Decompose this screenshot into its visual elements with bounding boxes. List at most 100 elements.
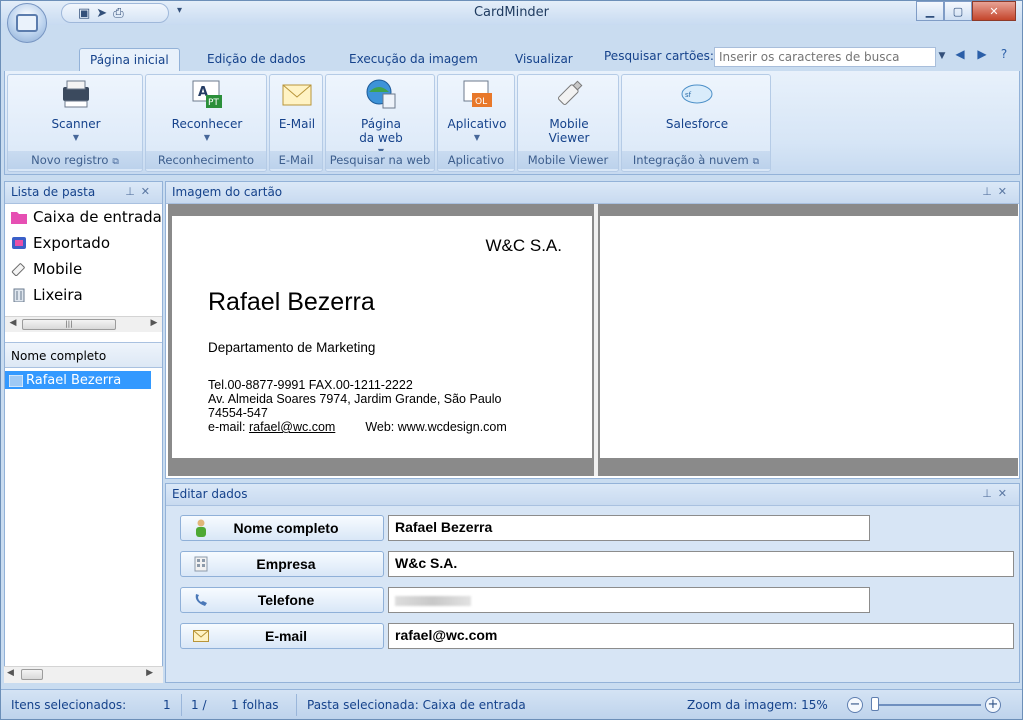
email-label: E-Mail bbox=[278, 117, 316, 131]
scroll-left-icon[interactable]: ◀ bbox=[6, 318, 20, 328]
help-icon[interactable]: ? bbox=[995, 47, 1013, 65]
telefone-field-button[interactable]: Telefone bbox=[180, 587, 384, 613]
tab-edicao-de-dados[interactable]: Edição de dados bbox=[197, 48, 316, 71]
email-field-button[interactable]: E-mail bbox=[180, 623, 384, 649]
app-icon bbox=[16, 14, 38, 32]
group-label-novo-registro: Novo registro ⧉ bbox=[8, 151, 142, 169]
group-mobile-viewer: Mobile Viewer Mobile Viewer bbox=[517, 74, 619, 172]
empresa-label: Empresa bbox=[256, 556, 316, 572]
group-label-pesquisar-web: Pesquisar na web bbox=[326, 151, 434, 169]
folder-exportado[interactable]: Exportado bbox=[5, 230, 162, 256]
email-label: E-mail bbox=[264, 628, 307, 644]
name-column-header[interactable]: Nome completo bbox=[5, 342, 162, 368]
group-aplicativo: OL Aplicativo ▼ Aplicativo bbox=[437, 74, 515, 172]
folder-horizontal-scrollbar[interactable]: ◀ ||| ▶ bbox=[5, 316, 162, 332]
email-input[interactable]: rafael@wc.com bbox=[388, 623, 1014, 649]
folder-label: Caixa de entrada bbox=[33, 208, 162, 226]
svg-text:sf: sf bbox=[685, 91, 692, 99]
pagina-da-web-button[interactable]: Página da web ▼ bbox=[334, 77, 428, 159]
mobile-viewer-button[interactable]: Mobile Viewer bbox=[528, 77, 610, 145]
sheets-count: 1 folhas bbox=[231, 698, 279, 712]
zoom-slider-track[interactable] bbox=[873, 704, 981, 706]
card-front-image: W&C S.A. Rafael Bezerra Departamento de … bbox=[172, 216, 592, 458]
outlook-app-icon: OL bbox=[460, 77, 494, 111]
export-folder-icon bbox=[12, 237, 26, 249]
tab-execucao-da-imagem[interactable]: Execução da imagem bbox=[339, 48, 488, 71]
list-horizontal-scrollbar[interactable]: ◀ ▶ bbox=[4, 666, 163, 683]
folder-label: Mobile bbox=[33, 260, 83, 278]
nome-completo-input[interactable]: Rafael Bezerra bbox=[388, 515, 870, 541]
folder-caixa-de-entrada[interactable]: Caixa de entrada bbox=[5, 204, 162, 230]
search-dropdown-icon[interactable]: ▼ bbox=[936, 47, 948, 67]
tab-pagina-inicial[interactable]: Página inicial bbox=[79, 48, 180, 71]
folder-mobile[interactable]: Mobile bbox=[5, 256, 162, 282]
scanner-button[interactable]: Scanner ▼ bbox=[22, 77, 130, 145]
globe-icon bbox=[364, 77, 398, 111]
close-button[interactable]: ✕ bbox=[972, 1, 1016, 21]
usb-drive-icon bbox=[552, 77, 586, 111]
list-item-label: Rafael Bezerra bbox=[26, 373, 122, 388]
card-image-panel: Imagem do cartão ⊥✕ W&C S.A. Rafael Beze… bbox=[165, 181, 1020, 479]
telefone-input[interactable] bbox=[388, 587, 870, 613]
panel-pin-close-icons[interactable]: ⊥✕ bbox=[982, 487, 1013, 500]
card-tel-fax: Tel.00-8877-9991 FAX.00-1211-2222 bbox=[208, 378, 413, 392]
card-company: W&C S.A. bbox=[485, 236, 562, 255]
card-image-area[interactable]: W&C S.A. Rafael Bezerra Departamento de … bbox=[168, 204, 1018, 476]
scroll-thumb[interactable] bbox=[21, 669, 43, 680]
window-title: CardMinder bbox=[473, 5, 550, 20]
group-label-reconhecimento: Reconhecimento bbox=[146, 151, 266, 169]
zoom-out-button[interactable]: − bbox=[847, 697, 863, 713]
application-menu-button[interactable] bbox=[7, 3, 47, 43]
zoom-slider-thumb[interactable] bbox=[871, 697, 879, 711]
email-button[interactable]: E-Mail bbox=[272, 77, 322, 131]
reconhecer-button[interactable]: A PT Reconhecer ▼ bbox=[154, 77, 260, 145]
group-pesquisar-web: Página da web ▼ Pesquisar na web bbox=[325, 74, 435, 172]
status-separator bbox=[296, 694, 297, 716]
card-icon bbox=[9, 374, 23, 387]
card-email-line: e-mail: rafael@wc.com Web: www.wcdesign.c… bbox=[208, 420, 507, 434]
minimize-button[interactable]: ▁ bbox=[916, 1, 944, 21]
mobile-drive-icon bbox=[11, 263, 25, 276]
empresa-input[interactable]: W&c S.A. bbox=[388, 551, 1014, 577]
aplicativo-button[interactable]: OL Aplicativo ▼ bbox=[442, 77, 512, 145]
reconhecer-label: Reconhecer bbox=[171, 117, 243, 131]
reconhecer-dropdown-icon: ▼ bbox=[203, 133, 211, 142]
dialog-launcher-icon[interactable]: ⧉ bbox=[112, 153, 118, 171]
svg-text:PT: PT bbox=[208, 98, 219, 108]
search-label: Pesquisar cartões: bbox=[604, 49, 714, 63]
salesforce-label: Salesforce bbox=[665, 117, 729, 131]
folder-label: Exportado bbox=[33, 234, 110, 252]
card-panel-header: Imagem do cartão ⊥✕ bbox=[166, 182, 1019, 204]
empresa-field-button[interactable]: Empresa bbox=[180, 551, 384, 577]
salesforce-button[interactable]: sf Salesforce bbox=[642, 77, 752, 131]
scroll-left-icon[interactable]: ◀ bbox=[7, 668, 14, 678]
folder-panel-header: Lista de pasta ⊥✕ bbox=[5, 182, 162, 204]
scroll-right-icon[interactable]: ▶ bbox=[147, 318, 161, 328]
panel-pin-close-icons[interactable]: ⊥✕ bbox=[125, 185, 156, 198]
scroll-right-icon[interactable]: ▶ bbox=[146, 668, 153, 678]
svg-text:OL: OL bbox=[475, 97, 487, 107]
nome-completo-field-button[interactable]: Nome completo bbox=[180, 515, 384, 541]
group-email: E-Mail E-Mail bbox=[269, 74, 323, 172]
tab-visualizar[interactable]: Visualizar bbox=[505, 48, 583, 71]
title-bar: ▣ ➤ ⎙ ▾ CardMinder ▁ ▢ ✕ bbox=[1, 1, 1022, 25]
maximize-button[interactable]: ▢ bbox=[944, 1, 972, 21]
scanner-icon bbox=[59, 77, 93, 111]
folder-lixeira[interactable]: Lixeira bbox=[5, 282, 162, 308]
building-icon bbox=[189, 554, 213, 574]
mobile-label-line1: Mobile bbox=[549, 117, 589, 131]
scroll-thumb[interactable]: ||| bbox=[22, 319, 116, 330]
zoom-in-button[interactable]: + bbox=[985, 697, 1001, 713]
ribbon: Scanner ▼ Novo registro ⧉ A PT Reconhecer … bbox=[4, 71, 1020, 175]
search-previous-icon[interactable]: ◀ bbox=[951, 47, 969, 65]
group-novo-registro: Scanner ▼ Novo registro ⧉ bbox=[7, 74, 143, 172]
search-input[interactable] bbox=[714, 47, 936, 67]
list-item[interactable]: Rafael Bezerra bbox=[5, 371, 151, 389]
search-next-icon[interactable]: ▶ bbox=[973, 47, 991, 65]
status-bar: Itens selecionados: 1 1 / 1 folhas Pasta… bbox=[1, 689, 1022, 719]
folder-label: Lixeira bbox=[33, 286, 83, 304]
panel-pin-close-icons[interactable]: ⊥✕ bbox=[982, 185, 1013, 198]
page-indicator: 1 / bbox=[191, 698, 207, 712]
web-label-line2: da web bbox=[359, 131, 403, 145]
dialog-launcher-icon[interactable]: ⧉ bbox=[753, 153, 759, 171]
